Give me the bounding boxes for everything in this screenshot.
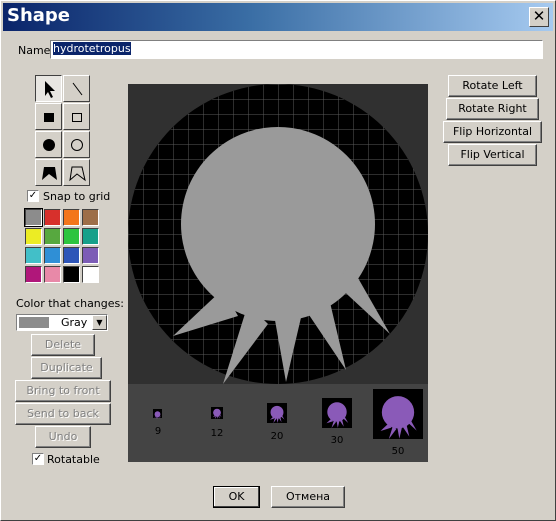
name-field-value: hydrotetropus [53, 42, 131, 55]
window-title: Shape [7, 5, 71, 26]
filled-polygon-tool-icon [42, 167, 57, 180]
send-to-back-button[interactable]: Send to back [15, 403, 111, 425]
tool-palette [35, 75, 91, 187]
title-bar: Shape ✕ [3, 3, 553, 31]
color-that-changes-label: Color that changes: [16, 297, 124, 310]
preview-50-label: 50 [391, 446, 405, 457]
color-swatch[interactable] [25, 228, 42, 245]
preview-20-icon [270, 405, 285, 423]
color-swatch[interactable] [44, 266, 61, 283]
color-swatch[interactable] [63, 228, 80, 245]
chevron-down-icon[interactable]: ▼ [92, 315, 107, 330]
preview-12 [211, 407, 223, 419]
color-palette [24, 208, 101, 285]
close-button[interactable]: ✕ [529, 7, 549, 27]
snap-to-grid-label: Snap to grid [43, 190, 111, 203]
shape-editor-canvas[interactable] [128, 84, 428, 384]
selected-color-swatch [19, 317, 49, 328]
preview-20-label: 20 [270, 431, 284, 442]
line-tool-icon [72, 82, 83, 96]
preview-30-icon [326, 402, 349, 428]
preview-9 [153, 409, 162, 419]
rotate-right-button[interactable]: Rotate Right [446, 98, 539, 120]
polygon-tool-button[interactable] [63, 159, 90, 186]
ellipse-tool-icon [71, 139, 83, 151]
filled-ellipse-tool-icon [43, 139, 55, 151]
color-swatch[interactable] [82, 228, 99, 245]
preview-9-icon [154, 411, 161, 419]
rotatable-checkbox[interactable]: ✓ [32, 453, 44, 465]
polygon-tool-icon [69, 166, 86, 182]
line-tool-button[interactable] [63, 75, 90, 102]
preview-12-icon [212, 408, 222, 419]
preview-strip: 9 12 20 30 50 [128, 384, 428, 462]
filled-rect-tool-icon [44, 113, 54, 122]
snap-to-grid-checkbox[interactable]: ✓ [27, 190, 39, 202]
color-swatch[interactable] [82, 247, 99, 264]
filled-rect-tool-button[interactable] [35, 103, 62, 130]
preview-octopus-shape [212, 408, 222, 419]
color-swatch[interactable] [25, 247, 42, 264]
select-tool-button[interactable] [35, 75, 62, 102]
delete-button[interactable]: Delete [31, 334, 95, 356]
preview-50 [373, 389, 423, 439]
shape-editor-svg [128, 84, 428, 384]
preview-octopus-shape [380, 396, 417, 439]
color-swatch[interactable] [63, 247, 80, 264]
preview-octopus-shape [326, 402, 349, 428]
preview-octopus-shape [270, 405, 285, 423]
bring-to-front-button[interactable]: Bring to front [15, 380, 111, 402]
preview-12-label: 12 [210, 428, 224, 439]
preview-octopus-shape [154, 411, 161, 419]
color-that-changes-select[interactable]: Gray ▼ [16, 314, 108, 331]
rect-tool-button[interactable] [63, 103, 90, 130]
ok-button[interactable]: OK [213, 486, 260, 508]
duplicate-button[interactable]: Duplicate [31, 357, 102, 379]
color-swatch[interactable] [25, 266, 42, 283]
rotatable-label: Rotatable [47, 453, 100, 466]
color-swatch[interactable] [82, 209, 99, 226]
preview-30 [322, 398, 352, 428]
name-label: Name [18, 44, 51, 57]
name-field[interactable]: hydrotetropus [50, 40, 543, 59]
color-swatch[interactable] [24, 208, 43, 227]
color-swatch[interactable] [44, 209, 61, 226]
ellipse-tool-button[interactable] [63, 131, 90, 158]
undo-button[interactable]: Undo [35, 426, 91, 448]
flip-horizontal-button[interactable]: Flip Horizontal [443, 121, 542, 143]
preview-50-icon [380, 396, 417, 439]
flip-vertical-button[interactable]: Flip Vertical [448, 144, 537, 166]
filled-polygon-tool-button[interactable] [35, 159, 62, 186]
selected-color-name: Gray [61, 316, 88, 329]
preview-9-label: 9 [154, 426, 162, 437]
select-tool-icon [45, 81, 55, 98]
color-swatch[interactable] [44, 228, 61, 245]
shape-dialog: Shape ✕ Name hydrotetropus ✓ Snap to gri [0, 0, 556, 521]
cancel-button[interactable]: Отмена [271, 486, 345, 508]
rect-tool-icon [72, 113, 82, 122]
filled-ellipse-tool-button[interactable] [35, 131, 62, 158]
color-swatch[interactable] [82, 266, 99, 283]
preview-30-label: 30 [330, 435, 344, 446]
rotate-left-button[interactable]: Rotate Left [448, 75, 537, 97]
color-swatch[interactable] [63, 266, 80, 283]
preview-20 [267, 403, 287, 423]
color-swatch[interactable] [63, 209, 80, 226]
color-swatch[interactable] [44, 247, 61, 264]
